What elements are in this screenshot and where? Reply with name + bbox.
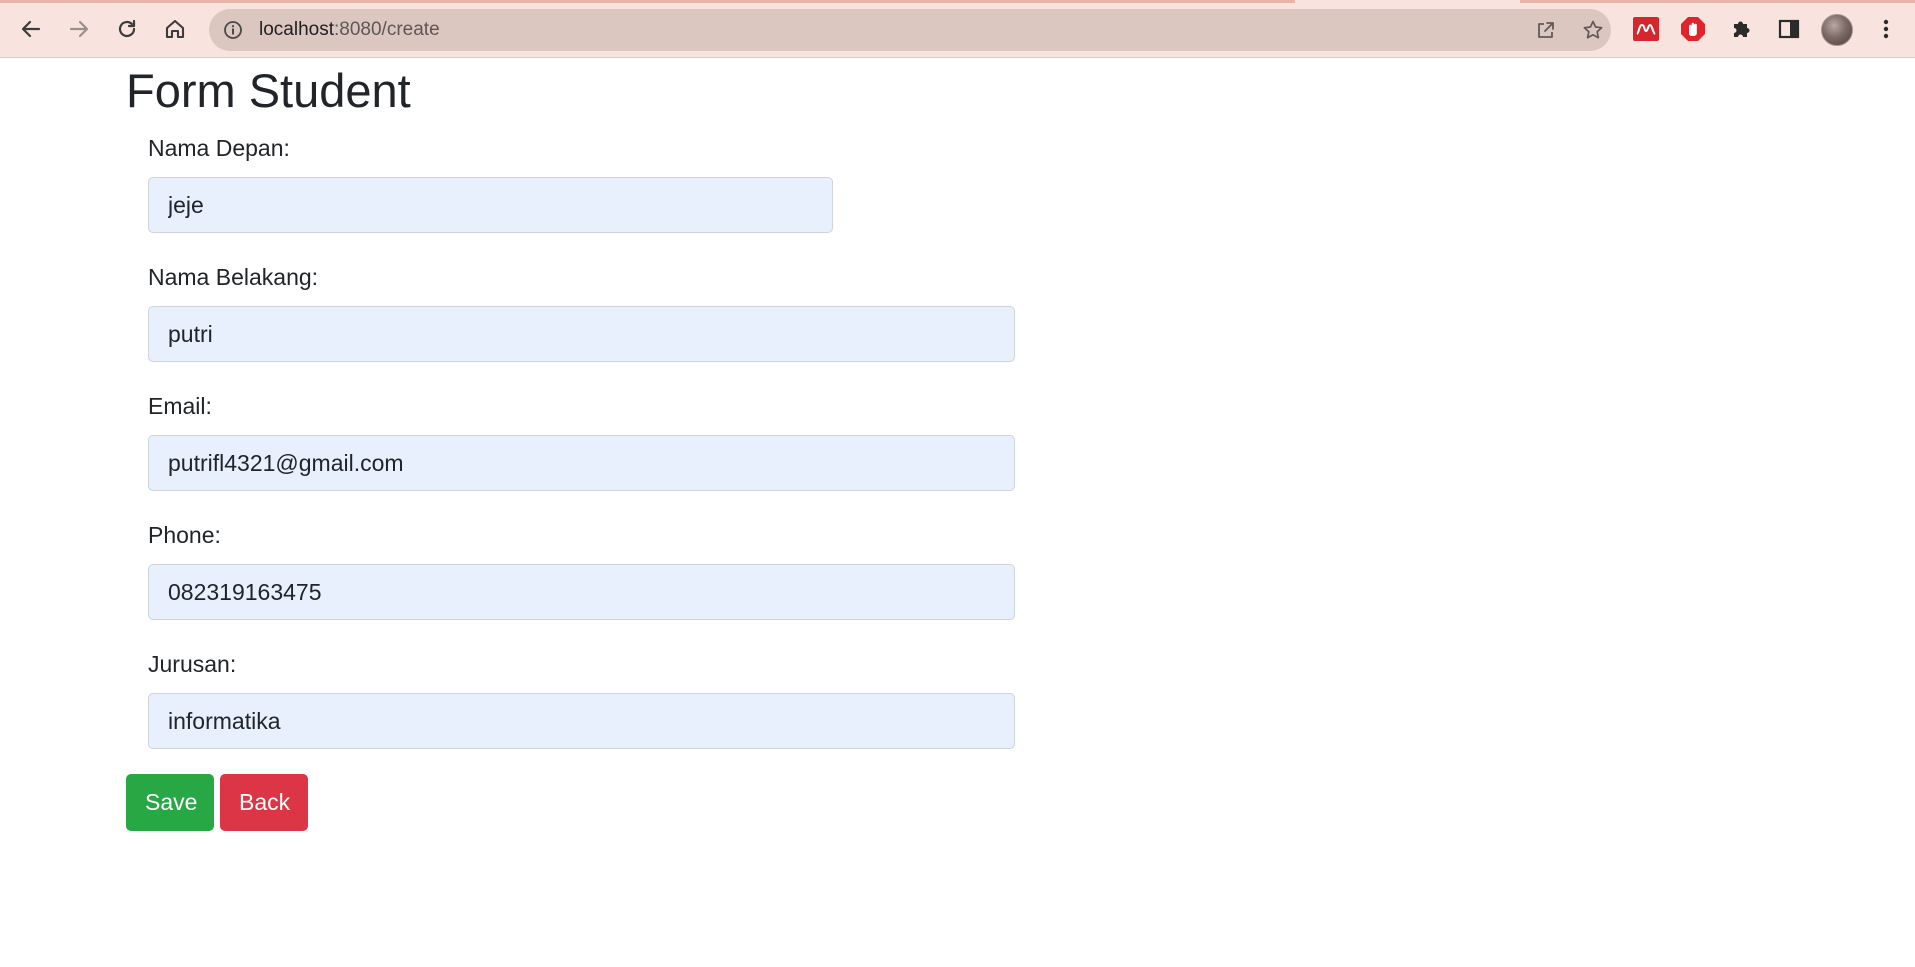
field-label-nama-belakang: Nama Belakang:: [148, 264, 319, 290]
back-arrow-icon[interactable]: [14, 12, 48, 46]
jurusan-input[interactable]: [148, 693, 1015, 749]
field-label-phone: Phone:: [148, 522, 221, 548]
nama-belakang-input[interactable]: [148, 306, 1015, 362]
home-icon[interactable]: [158, 12, 192, 46]
star-icon[interactable]: [1582, 19, 1604, 41]
page-title: Form Student: [126, 64, 411, 117]
tab-strip-edge: [0, 0, 1295, 3]
profile-avatar[interactable]: [1821, 14, 1853, 46]
field-label-jurusan: Jurusan:: [148, 651, 237, 677]
mendeley-icon[interactable]: [1631, 14, 1661, 44]
address-bar[interactable]: localhost:8080/create: [209, 9, 1611, 51]
extensions-puzzle-icon[interactable]: [1726, 14, 1756, 44]
nama-depan-input[interactable]: [148, 177, 833, 233]
field-label-email: Email:: [148, 393, 212, 419]
url-path: :8080/create: [334, 19, 440, 40]
tab-strip-edge-right: [1520, 0, 1915, 3]
side-panel-icon[interactable]: [1774, 14, 1804, 44]
email-input[interactable]: [148, 435, 1015, 491]
adblock-icon[interactable]: [1678, 14, 1708, 44]
share-icon[interactable]: [1535, 19, 1557, 41]
save-button[interactable]: Save: [126, 774, 214, 831]
field-label-nama-depan: Nama Depan:: [148, 135, 290, 161]
forward-arrow-icon[interactable]: [62, 12, 96, 46]
reload-icon[interactable]: [110, 12, 144, 46]
kebab-menu-icon[interactable]: [1871, 14, 1901, 44]
url-host: localhost: [259, 19, 334, 40]
page-content: Form Student Nama Depan: Nama Belakang: …: [0, 59, 1915, 967]
info-icon[interactable]: [223, 20, 243, 45]
url-text[interactable]: localhost:8080/create: [259, 20, 440, 40]
browser-toolbar: localhost:8080/create: [0, 0, 1915, 58]
phone-input[interactable]: [148, 564, 1015, 620]
back-button[interactable]: Back: [220, 774, 308, 831]
